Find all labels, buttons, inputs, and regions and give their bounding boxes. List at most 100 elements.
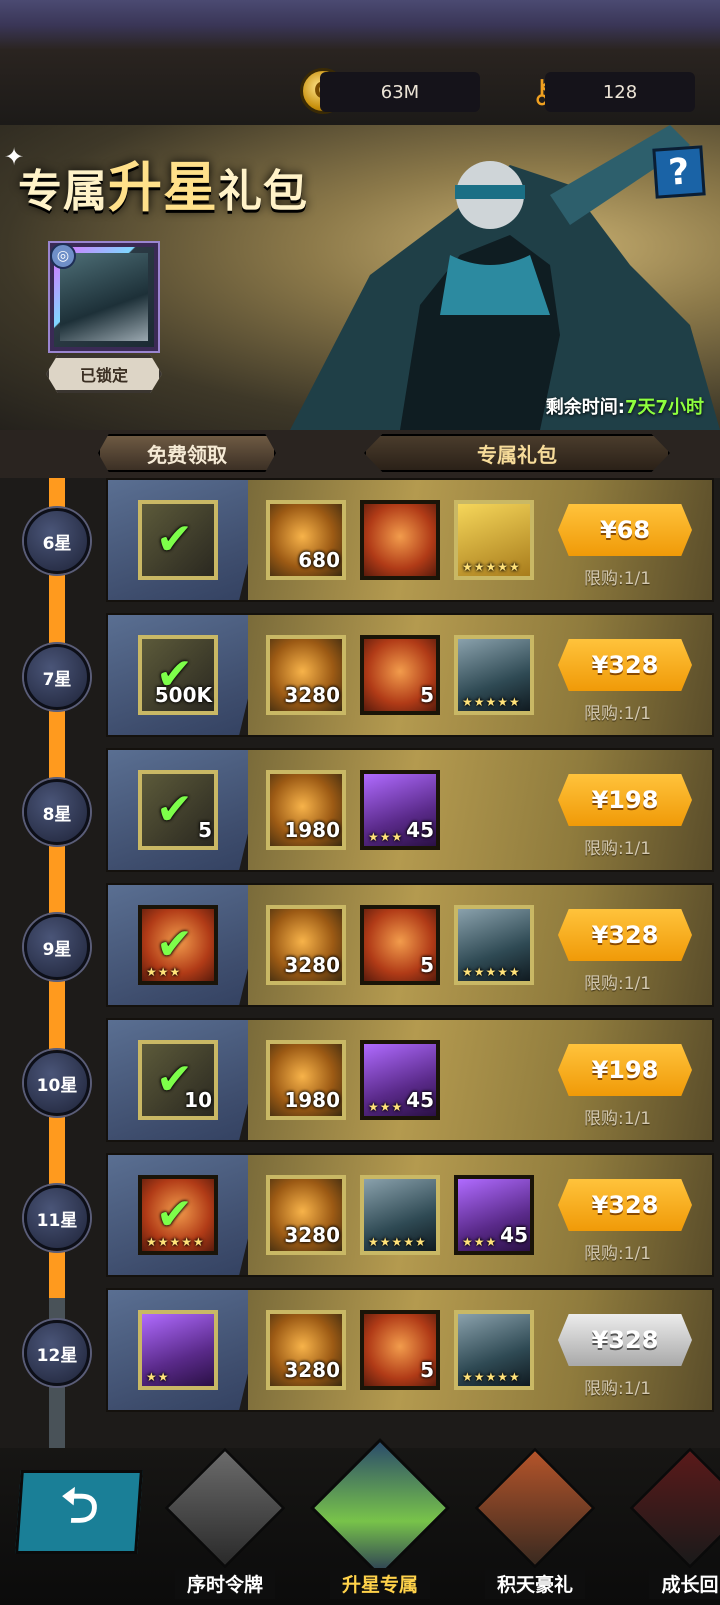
help-button[interactable]: ? — [652, 145, 706, 199]
item-qty: 5 — [420, 683, 434, 707]
card-reward-item[interactable]: ★★★★★ — [454, 500, 534, 580]
chest-reward-item[interactable] — [360, 500, 440, 580]
card-reward-item[interactable]: ★★★ 45 — [454, 1175, 534, 1255]
hero-portrait[interactable]: ◎ — [50, 243, 158, 351]
free-reward-item[interactable]: ✔ 5 — [138, 770, 218, 850]
star-node-12: 12星 — [24, 1320, 90, 1386]
buy-button[interactable]: ¥328 — [558, 639, 692, 691]
scroll-reward-item[interactable]: 5 — [360, 1310, 440, 1390]
claimed-check-icon: ✔ — [156, 1054, 193, 1105]
star-node-9: 9星 — [24, 914, 90, 980]
free-reward-item[interactable]: ✔ 500K — [138, 635, 218, 715]
key-reward-item[interactable]: 3280 — [266, 1175, 346, 1255]
star-label: 10星 — [36, 1075, 78, 1096]
reward-list[interactable]: 6星 ✔ 680 ★★★★★ ¥68 限购:1/1 7星 ✔ 500K 3280 … — [0, 478, 720, 1448]
stars-icon: ★★★ — [146, 965, 182, 979]
star-node-10: 10星 — [24, 1050, 90, 1116]
title-part-1: 专属 — [18, 166, 108, 217]
buy-button[interactable]: ¥198 — [558, 774, 692, 826]
tab-free-claim[interactable]: 免费领取 — [98, 434, 276, 472]
reward-row-8: ✔ 5 1980 ★★★ 45 ¥198 限购:1/1 — [106, 748, 714, 872]
hero-card-reward-item[interactable]: ★★★★★ — [454, 905, 534, 985]
star-label: 8星 — [42, 804, 72, 825]
nav-item-star-exclusive[interactable]: 升星专属 — [305, 1438, 455, 1605]
buy-button[interactable]: ¥68 — [558, 504, 692, 556]
buy-button[interactable]: ¥328 — [558, 909, 692, 961]
purchase-limit: 限购:1/1 — [584, 839, 652, 859]
key-value: 128 — [602, 81, 638, 103]
hero-portrait-image — [60, 253, 148, 341]
price-label: ¥198 — [591, 1056, 659, 1084]
star-label: 12星 — [36, 1345, 78, 1366]
star-node-7: 7星 — [24, 644, 90, 710]
free-reward-item[interactable]: ✔ ★★★ — [138, 905, 218, 985]
item-qty: 1980 — [284, 818, 340, 842]
buy-button-locked[interactable]: ¥328 — [558, 1314, 692, 1366]
tab-exclusive-pack[interactable]: 专属礼包 — [364, 434, 670, 472]
banner-title: 专属升星礼包 — [18, 143, 308, 222]
stars-icon: ★★★★★ — [462, 695, 521, 709]
item-qty: 5 — [198, 818, 212, 842]
stars-icon: ★★★★★ — [462, 965, 521, 979]
star-node-11: 11星 — [24, 1185, 90, 1251]
nav-thumb — [310, 1438, 450, 1578]
key-reward-item[interactable]: 1980 — [266, 770, 346, 850]
key-reward-item[interactable]: 3280 — [266, 905, 346, 985]
hero-card-reward-item[interactable]: ★★★★★ — [360, 1175, 440, 1255]
gold-balance: 63M — [320, 72, 480, 112]
free-reward-item[interactable]: ✔ — [138, 500, 218, 580]
nav-item-season-token[interactable]: 序时令牌 — [150, 1447, 300, 1605]
timer-label: 剩余时间: — [545, 397, 625, 418]
item-qty: 3280 — [284, 683, 340, 707]
key-reward-item[interactable]: 3280 — [266, 1310, 346, 1390]
claimed-check-icon: ✔ — [156, 919, 193, 970]
price-label: ¥328 — [591, 1191, 659, 1219]
stars-icon: ★★★ — [368, 1100, 404, 1114]
claimed-check-icon: ✔ — [156, 1189, 193, 1240]
help-icon: ? — [667, 150, 691, 194]
buy-button[interactable]: ¥328 — [558, 1179, 692, 1231]
buy-button[interactable]: ¥198 — [558, 1044, 692, 1096]
item-qty: 3280 — [284, 1223, 340, 1247]
tab-exclusive-label: 专属礼包 — [477, 442, 557, 467]
nav-item-growth[interactable]: 成长回 — [615, 1447, 720, 1605]
nav-label: 成长回 — [649, 1568, 720, 1599]
free-reward-item[interactable]: ✔ 10 — [138, 1040, 218, 1120]
scroll-reward-item[interactable]: 5 — [360, 905, 440, 985]
nav-thumb — [164, 1447, 286, 1569]
stars-icon: ★★★★★ — [462, 560, 521, 574]
key-reward-item[interactable]: 1980 — [266, 1040, 346, 1120]
hero-card-reward-item[interactable]: ★★★★★ — [454, 635, 534, 715]
faction-badge-icon: ◎ — [50, 243, 76, 269]
free-reward-item[interactable]: ✔ ★★★★★ — [138, 1175, 218, 1255]
gold-value: 63M — [380, 81, 420, 103]
locked-status: 已锁定 — [46, 355, 162, 393]
key-reward-item[interactable]: 680 — [266, 500, 346, 580]
card-reward-item[interactable]: ★★★ 45 — [360, 770, 440, 850]
purchase-limit: 限购:1/1 — [584, 1244, 652, 1264]
stars-icon: ★★★ — [368, 830, 404, 844]
card-reward-item[interactable]: ★★★ 45 — [360, 1040, 440, 1120]
tab-bar: 免费领取 专属礼包 — [0, 430, 720, 478]
purchase-limit: 限购:1/1 — [584, 1379, 652, 1399]
free-reward-item[interactable]: ★★ — [138, 1310, 218, 1390]
purchase-limit: 限购:1/1 — [584, 1109, 652, 1129]
star-label: 11星 — [36, 1210, 78, 1231]
star-label: 6星 — [42, 533, 72, 554]
purchase-limit: 限购:1/1 — [584, 704, 652, 724]
scroll-reward-item[interactable]: 5 — [360, 635, 440, 715]
item-qty: 3280 — [284, 953, 340, 977]
back-button[interactable]: ⮌ — [15, 1470, 143, 1554]
star-label: 7星 — [42, 669, 72, 690]
nav-item-daily-gift[interactable]: 积天豪礼 — [460, 1447, 610, 1605]
key-reward-item[interactable]: 3280 — [266, 635, 346, 715]
reward-row-12: ★★ 3280 5 ★★★★★ ¥328 限购:1/1 — [106, 1288, 714, 1412]
item-qty: 45 — [500, 1223, 528, 1247]
hero-card-reward-item[interactable]: ★★★★★ — [454, 1310, 534, 1390]
key-balance: 128 — [545, 72, 695, 112]
stars-icon: ★★★★★ — [368, 1235, 427, 1249]
stars-icon: ★★★ — [462, 1235, 498, 1249]
stars-icon: ★★★★★ — [146, 1235, 205, 1249]
price-label: ¥198 — [591, 786, 659, 814]
star-upgrade-gift-page: G 63M ⚷ 128 ✦ 专属升星礼包 ? ◎ 已锁定 剩余时间:7天7小时 … — [0, 0, 720, 1605]
